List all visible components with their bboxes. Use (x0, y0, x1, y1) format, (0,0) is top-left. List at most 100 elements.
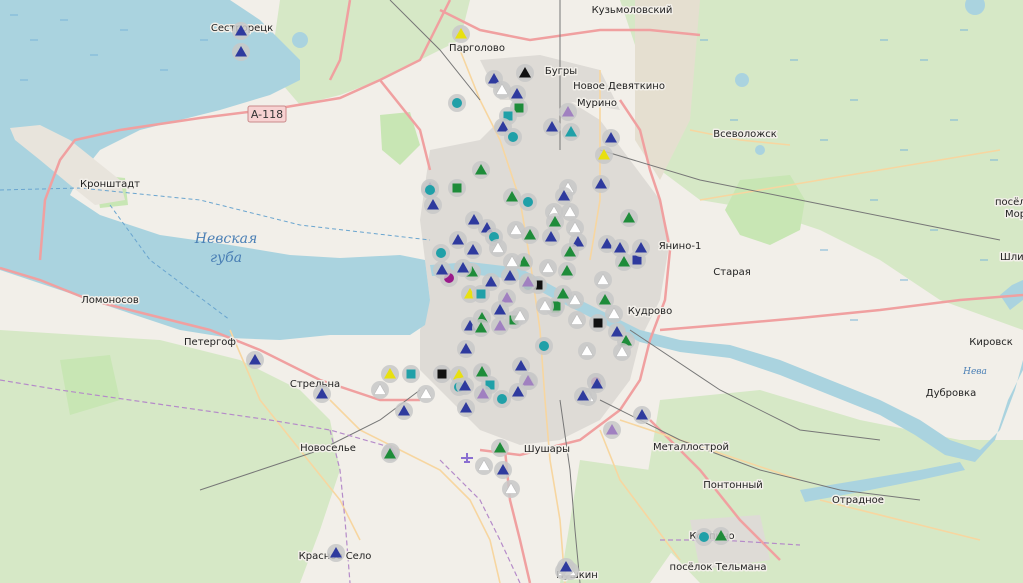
map-marker-triangle[interactable] (605, 305, 623, 323)
map-marker-triangle[interactable] (395, 402, 413, 420)
map-marker-triangle[interactable] (602, 129, 620, 147)
map-marker-square[interactable] (589, 314, 607, 332)
map-marker-triangle[interactable] (554, 285, 572, 303)
map-marker-triangle[interactable] (491, 301, 509, 319)
map-marker-triangle[interactable] (603, 421, 621, 439)
place-label-staraya: Старая (713, 267, 750, 278)
map-marker-triangle[interactable] (475, 457, 493, 475)
map-marker-triangle[interactable] (536, 297, 554, 315)
map-marker-triangle[interactable] (494, 461, 512, 479)
map-marker-triangle[interactable] (509, 383, 527, 401)
map-marker-triangle[interactable] (594, 271, 612, 289)
map-marker-triangle[interactable] (464, 241, 482, 259)
map-marker-triangle[interactable] (449, 231, 467, 249)
map-marker-circle[interactable] (695, 528, 713, 546)
map-marker-triangle[interactable] (562, 123, 580, 141)
map-marker-triangle[interactable] (555, 187, 573, 205)
map-canvas[interactable]: A-118 Невская губа Нева Сестрорецк Парго… (0, 0, 1023, 583)
map-marker-triangle[interactable] (511, 307, 529, 325)
map-marker-triangle[interactable] (232, 43, 250, 61)
place-label-vsevolozhsk: Всеволожск (713, 129, 777, 140)
place-label-mo: Мор (1005, 209, 1023, 220)
map-marker-triangle[interactable] (613, 343, 631, 361)
map-marker-circle[interactable] (432, 244, 450, 262)
map-marker-triangle[interactable] (381, 445, 399, 463)
river-label-neva: Нева (962, 367, 987, 377)
place-label-shlisselburg: Шлисс (1000, 252, 1023, 263)
place-label-dubrovka: Дубровка (926, 388, 976, 399)
map-marker-triangle[interactable] (521, 226, 539, 244)
map-marker-triangle[interactable] (557, 558, 575, 576)
map-marker-triangle[interactable] (608, 323, 626, 341)
map-marker-circle[interactable] (448, 94, 466, 112)
map-marker-triangle[interactable] (424, 196, 442, 214)
map-marker-triangle[interactable] (558, 262, 576, 280)
map-marker-square[interactable] (448, 179, 466, 197)
place-label-kuzmolovsky: Кузьмоловский (592, 5, 673, 16)
map-marker-triangle[interactable] (503, 188, 521, 206)
map-marker-triangle[interactable] (473, 363, 491, 381)
map-marker-triangle[interactable] (472, 161, 490, 179)
map-marker-triangle[interactable] (620, 209, 638, 227)
map-marker-triangle[interactable] (568, 311, 586, 329)
place-label-lomonosov: Ломоносов (81, 295, 139, 306)
map-marker-triangle[interactable] (559, 103, 577, 121)
place-label-murino: Мурино (577, 98, 617, 109)
map-marker-triangle[interactable] (502, 480, 520, 498)
map-marker-triangle[interactable] (313, 385, 331, 403)
map-marker-triangle[interactable] (457, 340, 475, 358)
map-marker-triangle[interactable] (472, 319, 490, 337)
map-marker-triangle[interactable] (633, 406, 651, 424)
map-marker-triangle[interactable] (542, 228, 560, 246)
map-marker-triangle[interactable] (543, 118, 561, 136)
map-marker-triangle[interactable] (381, 365, 399, 383)
place-label-yanino: Янино-1 (659, 241, 702, 252)
map-marker-triangle[interactable] (578, 342, 596, 360)
map-marker-triangle[interactable] (508, 85, 526, 103)
water-label-guba: губа (210, 250, 242, 266)
place-label-poselok-mo: посёло (995, 197, 1023, 208)
map-marker-triangle[interactable] (712, 527, 730, 545)
place-label-novoselye: Новоселье (300, 443, 356, 454)
map-marker-triangle[interactable] (561, 243, 579, 261)
map-marker-triangle[interactable] (454, 259, 472, 277)
map-marker-square[interactable] (472, 285, 490, 303)
map-marker-circle[interactable] (535, 337, 553, 355)
map-marker-triangle[interactable] (452, 25, 470, 43)
map-marker-triangle[interactable] (491, 317, 509, 335)
place-label-metallostroy: Металлострой (653, 442, 729, 453)
map-marker-triangle[interactable] (457, 399, 475, 417)
map-marker-triangle[interactable] (574, 387, 592, 405)
map-marker-triangle[interactable] (592, 175, 610, 193)
map-marker-triangle[interactable] (246, 351, 264, 369)
map-marker-triangle[interactable] (474, 385, 492, 403)
map-marker-circle[interactable] (504, 128, 522, 146)
map-marker-triangle[interactable] (501, 267, 519, 285)
map-marker-triangle[interactable] (588, 375, 606, 393)
place-label-otradnoe: Отрадное (832, 495, 884, 506)
map-marker-circle[interactable] (421, 181, 439, 199)
map-marker-square[interactable] (402, 365, 420, 383)
map-marker-triangle[interactable] (371, 381, 389, 399)
place-label-poselok-telmana: посёлок Тельмана (670, 562, 767, 573)
map-marker-circle[interactable] (493, 390, 511, 408)
map-view[interactable]: A-118 Невская губа Нева Сестрорецк Парго… (0, 0, 1023, 583)
map-marker-square[interactable] (433, 365, 451, 383)
map-marker-triangle[interactable] (417, 385, 435, 403)
map-marker-triangle[interactable] (595, 146, 613, 164)
map-marker-triangle[interactable] (232, 22, 250, 40)
map-marker-triangle[interactable] (489, 239, 507, 257)
map-marker-triangle[interactable] (561, 203, 579, 221)
map-marker-triangle[interactable] (611, 239, 629, 257)
map-marker-triangle[interactable] (433, 261, 451, 279)
place-label-peterhof: Петергоф (184, 337, 236, 348)
map-marker-triangle[interactable] (632, 239, 650, 257)
map-marker-triangle[interactable] (456, 377, 474, 395)
map-marker-triangle[interactable] (491, 439, 509, 457)
place-label-pontonny: Понтонный (703, 480, 763, 491)
map-marker-triangle[interactable] (539, 259, 557, 277)
map-marker-circle[interactable] (519, 193, 537, 211)
map-marker-triangle[interactable] (519, 273, 537, 291)
map-marker-triangle[interactable] (327, 544, 345, 562)
map-marker-triangle[interactable] (516, 64, 534, 82)
